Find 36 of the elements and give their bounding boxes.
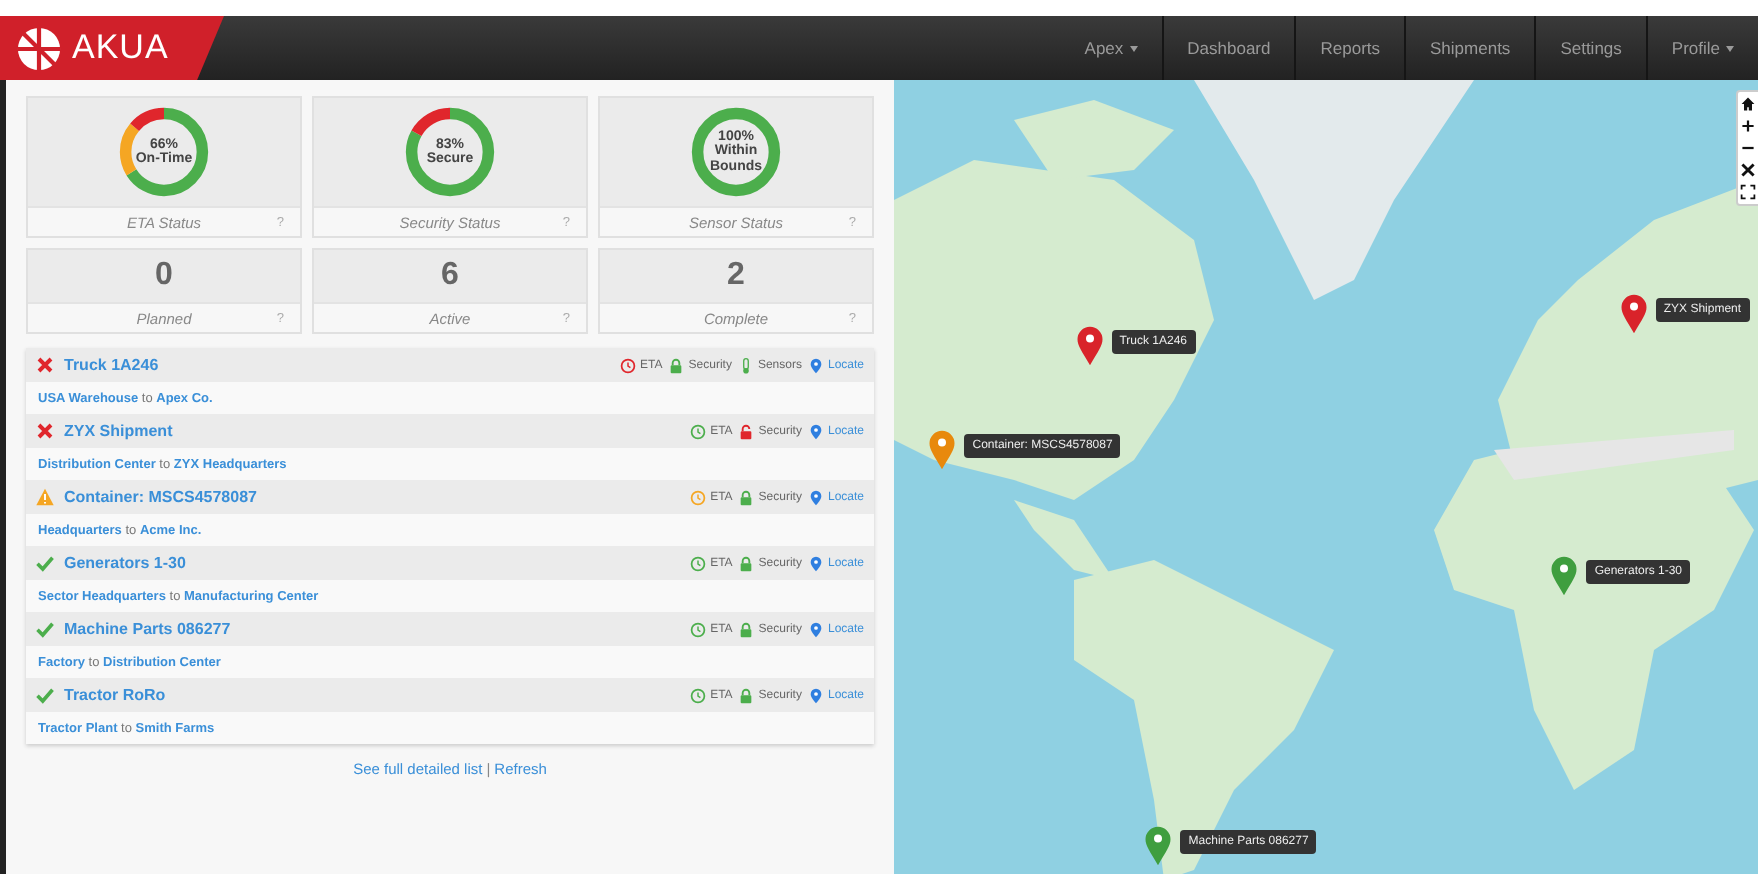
map-pin-icon[interactable] [1144,826,1173,867]
nav-link[interactable]: Apex [1060,16,1162,80]
logo-icon [16,25,62,71]
count-value: 6 [441,258,459,294]
map-pin-icon [807,687,824,703]
map-pin-icon [807,621,824,637]
check-icon [36,620,54,638]
collapse-icon[interactable] [1740,162,1756,178]
shipment-title[interactable]: Tractor RoRo [64,686,166,704]
map-pin-icon [807,357,824,373]
shipment-title[interactable]: Machine Parts 086277 [64,620,231,638]
map-pin-icon[interactable] [1075,326,1104,367]
cross-icon [36,422,54,440]
map-pin-icon[interactable] [1550,556,1579,597]
brand-name: AKUA [72,28,169,68]
shipment-title[interactable]: Generators 1-30 [64,554,186,572]
caret-icon [1129,45,1138,51]
map-pin-icon[interactable] [1619,294,1648,335]
check-icon [36,686,54,704]
brand-logo[interactable]: AKUA [0,16,224,80]
count-value: 0 [155,258,173,294]
map-pin-icon[interactable] [928,429,957,470]
shipment-title[interactable]: ZYX Shipment [64,422,173,440]
check-icon [36,554,54,572]
fullscreen-icon[interactable] [1740,184,1756,200]
shipment-title[interactable]: Truck 1A246 [64,356,159,374]
zoom-in-icon[interactable] [1740,118,1756,134]
count-value: 2 [727,258,745,294]
caret-icon [1726,45,1734,51]
map-pin-icon [807,555,824,571]
cross-icon [36,356,54,374]
map-pin-icon [807,489,824,505]
home-icon[interactable] [1740,96,1756,112]
shipment-title[interactable]: Container: MSCS4578087 [64,488,257,506]
warning-icon [36,488,54,506]
map-pin-icon [807,423,824,439]
